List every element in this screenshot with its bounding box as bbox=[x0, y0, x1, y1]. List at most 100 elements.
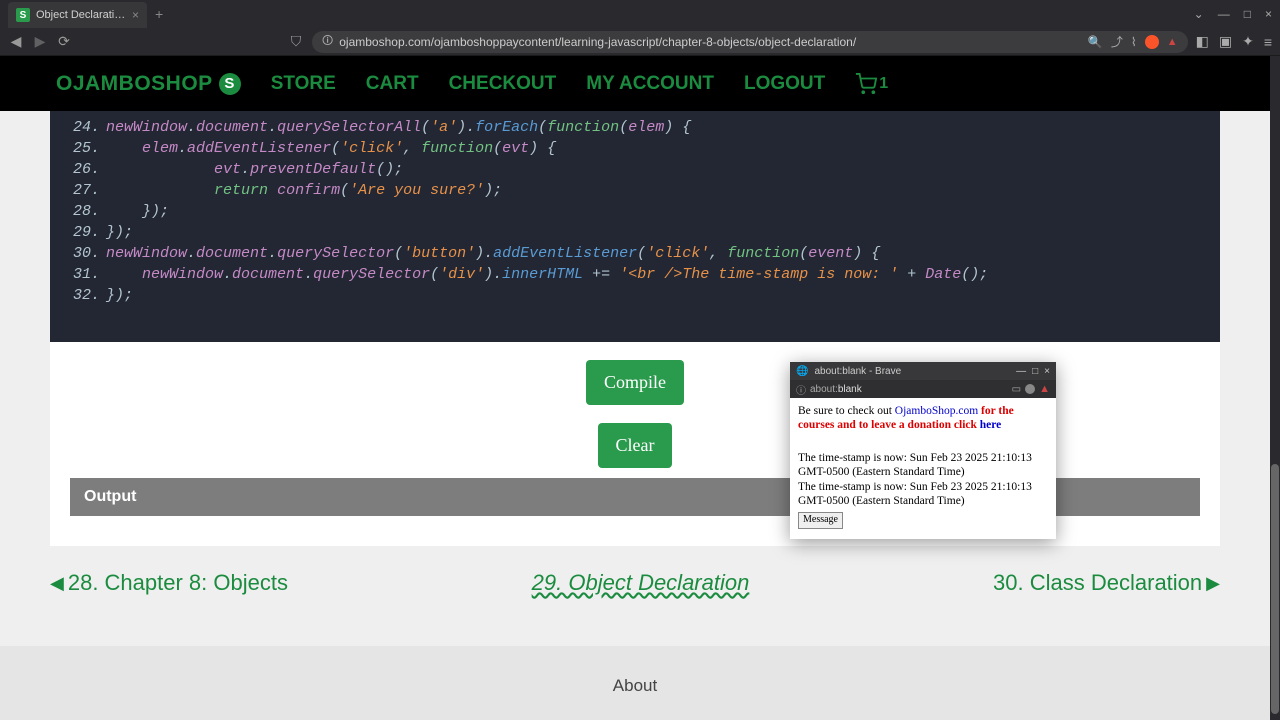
footer: About bbox=[0, 646, 1270, 720]
tab-close-icon[interactable]: × bbox=[132, 8, 139, 22]
maximize-icon[interactable]: □ bbox=[1244, 7, 1251, 21]
site-info-icon[interactable]: 🛈 bbox=[322, 32, 333, 51]
code-content: }); bbox=[106, 285, 133, 306]
address-bar: ◀ ▶ ⟳ ⛉ 🛈 ojamboshop.com/ojamboshoppayco… bbox=[0, 28, 1280, 56]
window-controls: ⌄ — □ × bbox=[1194, 7, 1272, 21]
nav-my-account[interactable]: MY ACCOUNT bbox=[586, 73, 714, 95]
tab-title: Object Declaration - Ojamb bbox=[36, 9, 126, 21]
popup-warning-icon[interactable]: ▲ bbox=[1039, 383, 1050, 395]
pager-next-label: 30. Class Declaration bbox=[993, 570, 1202, 596]
popup-message-button[interactable]: Message bbox=[798, 512, 843, 529]
cart-count: 1 bbox=[879, 75, 888, 93]
code-line: 25. elem.addEventListener('click', funct… bbox=[66, 138, 1204, 159]
nav-logout[interactable]: LOGOUT bbox=[744, 73, 825, 95]
line-number: 26. bbox=[66, 159, 100, 180]
footer-about-link[interactable]: About bbox=[613, 676, 657, 695]
bookmark-icon[interactable]: ⛉ bbox=[288, 33, 304, 50]
customize-icon[interactable]: ✦ bbox=[1242, 33, 1254, 50]
code-line: 26. evt.preventDefault(); bbox=[66, 159, 1204, 180]
tab-favicon: S bbox=[16, 8, 30, 22]
browser-titlebar: S Object Declaration - Ojamb × + ⌄ — □ × bbox=[0, 0, 1280, 28]
popup-shield-icon[interactable] bbox=[1025, 384, 1035, 394]
brand-logo[interactable]: OJAMBOSHOP S bbox=[56, 72, 241, 96]
pager-prev-label: 28. Chapter 8: Objects bbox=[68, 570, 288, 596]
reload-button[interactable]: ⟳ bbox=[56, 33, 72, 50]
code-content: newWindow.document.querySelector('button… bbox=[106, 243, 880, 264]
popup-link-here[interactable]: here bbox=[980, 419, 1002, 431]
zoom-icon[interactable]: 🔍 bbox=[1088, 35, 1103, 49]
code-line: 28. }); bbox=[66, 201, 1204, 222]
minimize-icon[interactable]: — bbox=[1218, 7, 1230, 21]
triangle-left-icon: ◀ bbox=[50, 573, 64, 594]
popup-window: 🌐 about:blank - Brave — □ × ⓘ about:blan… bbox=[790, 362, 1056, 539]
code-line: 31. newWindow.document.querySelector('di… bbox=[66, 264, 1204, 285]
triangle-right-icon: ▶ bbox=[1206, 573, 1220, 594]
popup-body: Be sure to check out OjamboShop.com for … bbox=[790, 398, 1056, 539]
code-content: return confirm('Are you sure?'); bbox=[106, 180, 502, 201]
popup-title-text: about:blank - Brave bbox=[814, 366, 901, 377]
popup-maximize-icon[interactable]: □ bbox=[1032, 366, 1038, 377]
page: OJAMBOSHOP S STORE CART CHECKOUT MY ACCO… bbox=[0, 56, 1270, 720]
warning-icon[interactable]: ▲ bbox=[1167, 36, 1178, 48]
reader-icon[interactable]: ▭ bbox=[1012, 384, 1021, 395]
code-line: 30. newWindow.document.querySelector('but… bbox=[66, 243, 1204, 264]
clear-button[interactable]: Clear bbox=[598, 423, 673, 468]
browser-tab[interactable]: S Object Declaration - Ojamb × bbox=[8, 2, 147, 28]
line-number: 30. bbox=[66, 243, 100, 264]
line-number: 28. bbox=[66, 201, 100, 222]
globe-icon: 🌐 bbox=[796, 366, 808, 377]
line-number: 24. bbox=[66, 117, 100, 138]
popup-text-1: Be sure to check out bbox=[798, 405, 895, 417]
popup-titlebar[interactable]: 🌐 about:blank - Brave — □ × bbox=[790, 362, 1056, 380]
line-number: 25. bbox=[66, 138, 100, 159]
site-nav: OJAMBOSHOP S STORE CART CHECKOUT MY ACCO… bbox=[0, 56, 1270, 111]
close-icon[interactable]: × bbox=[1265, 7, 1272, 21]
wallet-icon[interactable]: ▣ bbox=[1219, 33, 1232, 50]
code-line: 27. return confirm('Are you sure?'); bbox=[66, 180, 1204, 201]
brand-text: OJAMBOSHOP bbox=[56, 72, 213, 96]
code-content: newWindow.document.querySelectorAll('a')… bbox=[106, 117, 691, 138]
chevron-down-icon[interactable]: ⌄ bbox=[1194, 7, 1204, 21]
code-content: newWindow.document.querySelector('div').… bbox=[106, 264, 988, 285]
brand-badge: S bbox=[219, 73, 241, 95]
menu-icon[interactable]: ≡ bbox=[1264, 34, 1272, 50]
popup-link-ojamboshop[interactable]: OjamboShop.com bbox=[895, 405, 978, 417]
viewport: OJAMBOSHOP S STORE CART CHECKOUT MY ACCO… bbox=[0, 56, 1280, 720]
pager: ◀ 28. Chapter 8: Objects 29. Object Decl… bbox=[0, 546, 1270, 606]
line-number: 27. bbox=[66, 180, 100, 201]
compile-button[interactable]: Compile bbox=[586, 360, 684, 405]
forward-button[interactable]: ▶ bbox=[32, 33, 48, 50]
pager-current: 29. Object Declaration bbox=[532, 570, 750, 596]
brave-shield-icon[interactable] bbox=[1145, 35, 1159, 49]
pager-next[interactable]: 30. Class Declaration ▶ bbox=[993, 570, 1220, 596]
rss-icon[interactable]: ⌇ bbox=[1131, 35, 1137, 49]
code-content: }); bbox=[106, 222, 133, 243]
line-number: 32. bbox=[66, 285, 100, 306]
nav-cart[interactable]: CART bbox=[366, 73, 419, 95]
line-number: 31. bbox=[66, 264, 100, 285]
sidebar-icon[interactable]: ◧ bbox=[1196, 33, 1209, 50]
code-line: 29.}); bbox=[66, 222, 1204, 243]
popup-address-bar[interactable]: ⓘ about:blank ▭ ▲ bbox=[790, 380, 1056, 398]
code-content: }); bbox=[106, 201, 169, 222]
popup-close-icon[interactable]: × bbox=[1044, 366, 1050, 377]
pager-prev[interactable]: ◀ 28. Chapter 8: Objects bbox=[50, 570, 288, 596]
address-input[interactable]: 🛈 ojamboshop.com/ojamboshoppaycontent/le… bbox=[312, 31, 1188, 53]
nav-checkout[interactable]: CHECKOUT bbox=[449, 73, 557, 95]
line-number: 29. bbox=[66, 222, 100, 243]
new-tab-button[interactable]: + bbox=[155, 6, 163, 22]
back-button[interactable]: ◀ bbox=[8, 33, 24, 50]
code-line: 32.}); bbox=[66, 285, 1204, 306]
popup-addr-prefix: about: bbox=[810, 384, 838, 395]
scrollbar-thumb[interactable] bbox=[1271, 464, 1279, 714]
nav-store[interactable]: STORE bbox=[271, 73, 336, 95]
popup-minimize-icon[interactable]: — bbox=[1016, 366, 1026, 377]
share-icon[interactable]: ⤴ bbox=[1111, 33, 1123, 50]
code-content: elem.addEventListener('click', function(… bbox=[106, 138, 556, 159]
scrollbar[interactable] bbox=[1270, 56, 1280, 720]
popup-timestamp-1: The time-stamp is now: Sun Feb 23 2025 2… bbox=[798, 451, 1048, 480]
cart-icon[interactable]: 1 bbox=[855, 73, 888, 95]
popup-addr-suffix: blank bbox=[838, 384, 862, 395]
popup-timestamp-2: The time-stamp is now: Sun Feb 23 2025 2… bbox=[798, 480, 1048, 509]
info-icon: ⓘ bbox=[796, 382, 806, 397]
